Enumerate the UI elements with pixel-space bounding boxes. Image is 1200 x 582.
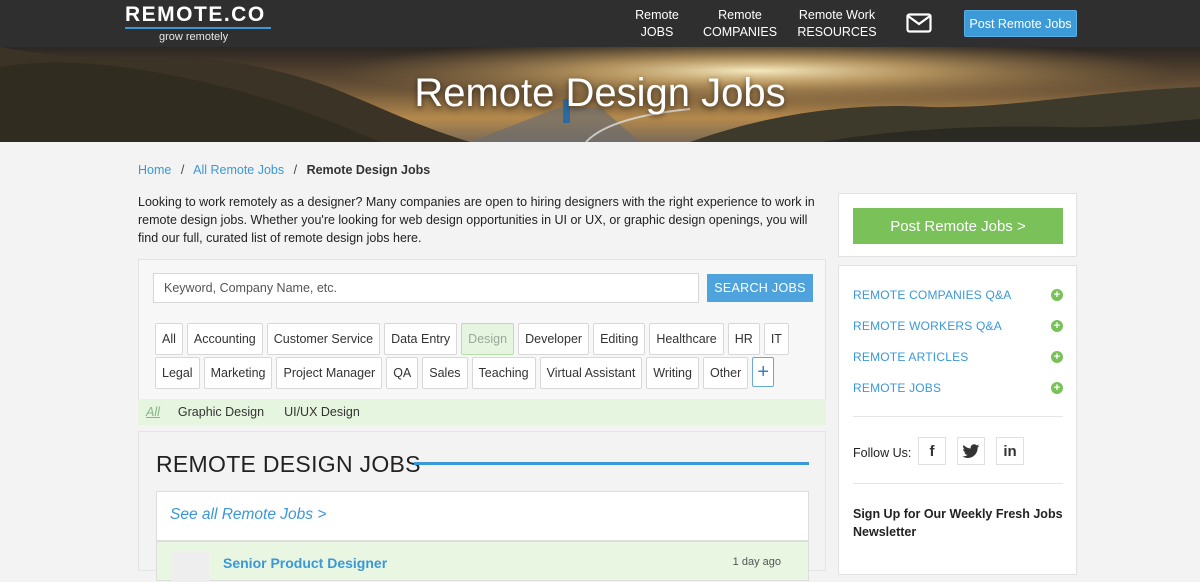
see-all-remote-jobs-link[interactable]: See all Remote Jobs > xyxy=(170,506,326,524)
job-listing-row[interactable]: Senior Product Designer 1 day ago xyxy=(156,541,809,582)
hero-title: Remote Design Jobs xyxy=(414,71,786,115)
logo-tagline: grow remotely xyxy=(159,31,229,43)
category-chip[interactable]: Data Entry xyxy=(384,323,458,355)
sidebar-link-label: REMOTE WORKERS Q&A xyxy=(853,319,1002,333)
breadcrumb-all-remote-jobs[interactable]: All Remote Jobs xyxy=(193,163,284,177)
mail-icon[interactable] xyxy=(906,13,932,33)
sidebar-links-box: REMOTE COMPANIES Q&A + REMOTE WORKERS Q&… xyxy=(838,265,1077,575)
category-chip[interactable]: Editing xyxy=(593,323,646,355)
category-filter-row-1: All Accounting Customer Service Data Ent… xyxy=(155,323,789,355)
top-navigation-bar: REMOTE.CO grow remotely Remote JOBS Remo… xyxy=(0,0,1200,47)
intro-paragraph: Looking to work remotely as a designer? … xyxy=(138,195,815,245)
category-chip[interactable]: Teaching xyxy=(471,357,536,389)
category-chip[interactable]: Customer Service xyxy=(266,323,381,355)
subcategory-bar: All Graphic Design UI/UX Design xyxy=(138,399,826,425)
heading-underline xyxy=(414,462,809,465)
nav-label-line2: JOBS xyxy=(640,25,674,39)
category-chip[interactable]: Project Manager xyxy=(276,357,383,389)
post-remote-jobs-button[interactable]: Post Remote Jobs xyxy=(964,10,1077,37)
jobs-section-heading: REMOTE DESIGN JOBS xyxy=(156,451,421,477)
category-chip[interactable]: Other xyxy=(702,357,749,389)
category-chip[interactable]: IT xyxy=(763,323,789,355)
subcategory-all[interactable]: All xyxy=(146,405,160,419)
category-chip[interactable]: Healthcare xyxy=(649,323,724,355)
search-jobs-button[interactable]: SEARCH JOBS xyxy=(707,274,813,302)
company-logo xyxy=(171,552,209,582)
search-input[interactable]: Keyword, Company Name, etc. xyxy=(153,273,699,303)
category-chip[interactable]: HR xyxy=(727,323,760,355)
sidebar-link-label: REMOTE JOBS xyxy=(853,381,942,395)
jobs-panel: REMOTE DESIGN JOBS See all Remote Jobs >… xyxy=(138,431,826,582)
facebook-icon[interactable]: f xyxy=(918,437,946,465)
site-logo[interactable]: REMOTE.CO grow remotely xyxy=(125,3,275,43)
more-categories-plus-icon[interactable]: + xyxy=(752,357,775,387)
logo-text: REMOTE.CO xyxy=(125,3,266,26)
sidebar-link-label: REMOTE ARTICLES xyxy=(853,350,969,364)
sidebar-link-jobs[interactable]: REMOTE JOBS + xyxy=(853,381,1063,395)
plus-circle-icon: + xyxy=(1051,289,1063,301)
sidebar-link-workers-qa[interactable]: REMOTE WORKERS Q&A + xyxy=(853,319,1063,333)
nav-remote-jobs[interactable]: Remote JOBS xyxy=(633,7,681,41)
category-filter-row-2: Legal Marketing Project Manager QA Sales… xyxy=(155,357,775,389)
nav-remote-companies[interactable]: Remote COMPANIES xyxy=(703,7,777,41)
plus-circle-icon: + xyxy=(1051,351,1063,363)
nav-label-line1: Remote xyxy=(635,8,679,22)
category-chip[interactable]: All xyxy=(155,323,183,355)
category-chip[interactable]: Sales xyxy=(422,357,468,389)
sidebar-divider xyxy=(853,416,1063,417)
logo-underline xyxy=(125,27,271,29)
nav-label-line1: Remote xyxy=(718,8,762,22)
sidebar-link-articles[interactable]: REMOTE ARTICLES + xyxy=(853,350,1063,364)
see-all-box: See all Remote Jobs > xyxy=(156,491,809,541)
breadcrumb-current: Remote Design Jobs xyxy=(306,163,431,177)
breadcrumb-home[interactable]: Home xyxy=(138,163,171,177)
subcategory-item[interactable]: Graphic Design xyxy=(178,405,264,419)
breadcrumb-separator: / xyxy=(293,163,298,177)
sidebar-link-companies-qa[interactable]: REMOTE COMPANIES Q&A + xyxy=(853,288,1063,302)
sidebar-link-label: REMOTE COMPANIES Q&A xyxy=(853,288,1012,302)
plus-circle-icon: + xyxy=(1051,320,1063,332)
category-chip[interactable]: Writing xyxy=(646,357,699,389)
newsletter-heading: Sign Up for Our Weekly Fresh Jobs Newsle… xyxy=(853,507,1063,539)
category-chip[interactable]: QA xyxy=(386,357,419,389)
breadcrumb-separator: / xyxy=(180,163,185,177)
sidebar-post-remote-jobs-button[interactable]: Post Remote Jobs > xyxy=(853,208,1063,244)
nav-label-line2: COMPANIES xyxy=(703,25,778,39)
nav-remote-work-resources[interactable]: Remote Work RESOURCES xyxy=(797,7,877,41)
hero-banner: Remote Design Jobs xyxy=(0,47,1200,142)
category-chip[interactable]: Accounting xyxy=(186,323,263,355)
category-chip[interactable]: Marketing xyxy=(203,357,273,389)
category-chip[interactable]: Legal xyxy=(155,357,200,389)
subcategory-item[interactable]: UI/UX Design xyxy=(284,405,360,419)
plus-circle-icon: + xyxy=(1051,382,1063,394)
sidebar-divider xyxy=(853,483,1063,484)
category-chip-active[interactable]: Design xyxy=(461,323,515,355)
sidebar-post-box: Post Remote Jobs > xyxy=(838,193,1077,257)
category-chip[interactable]: Virtual Assistant xyxy=(539,357,643,389)
breadcrumb: Home / All Remote Jobs / Remote Design J… xyxy=(138,163,430,177)
linkedin-icon[interactable]: in xyxy=(996,437,1024,465)
nav-label-line1: Remote Work xyxy=(798,8,876,22)
job-posted-date: 1 day ago xyxy=(732,556,781,568)
category-chip[interactable]: Developer xyxy=(518,323,590,355)
twitter-icon[interactable] xyxy=(957,437,985,465)
nav-label-line2: RESOURCES xyxy=(797,25,877,39)
follow-us-label: Follow Us: xyxy=(853,446,912,460)
job-title-link[interactable]: Senior Product Designer xyxy=(223,555,387,571)
